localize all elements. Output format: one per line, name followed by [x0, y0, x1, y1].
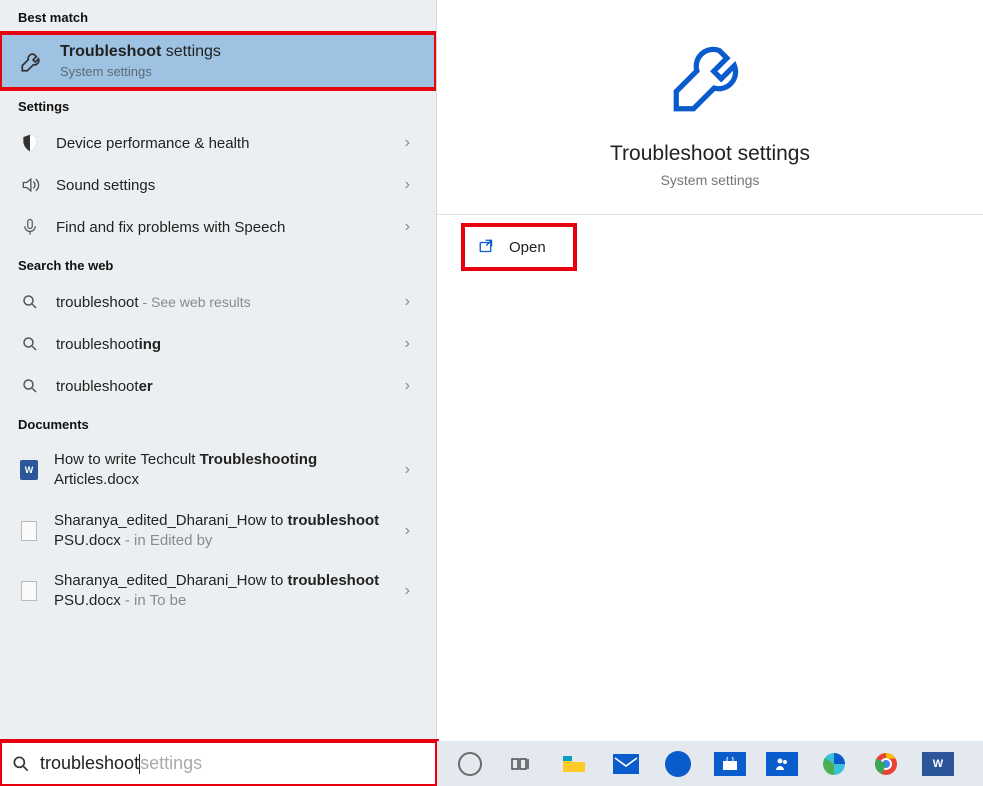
store-icon — [714, 752, 746, 776]
chrome-icon — [873, 751, 899, 777]
chevron-right-icon: › — [405, 377, 410, 395]
settings-item-speech[interactable]: Find and fix problems with Speech › — [0, 206, 436, 248]
search-suggestion-ghost: settings — [140, 753, 202, 774]
best-match-subtitle: System settings — [60, 64, 221, 79]
settings-item-label: Device performance & health — [56, 135, 405, 152]
microphone-icon — [18, 215, 42, 239]
taskbar-store[interactable] — [707, 746, 753, 782]
taskbar: W — [437, 741, 983, 786]
open-button[interactable]: Open — [465, 227, 573, 267]
accounts-icon — [766, 752, 798, 776]
section-documents: Documents — [0, 407, 436, 440]
settings-item-sound[interactable]: Sound settings › — [0, 164, 436, 206]
settings-item-label: Find and fix problems with Speech — [56, 219, 405, 236]
preview-pane: Troubleshoot settings System settings Op… — [437, 0, 983, 741]
mail-icon — [613, 754, 639, 774]
web-item[interactable]: troubleshoot - See web results › — [0, 281, 436, 323]
cortana-icon — [458, 752, 482, 776]
search-typed-text: troubleshoot — [40, 753, 139, 774]
taskbar-accounts[interactable] — [759, 746, 805, 782]
chevron-right-icon: › — [405, 461, 410, 479]
file-icon — [18, 520, 40, 542]
web-item-label: troubleshooter — [56, 378, 405, 395]
chevron-right-icon: › — [405, 582, 410, 600]
settings-item-label: Sound settings — [56, 177, 405, 194]
search-icon — [18, 374, 42, 398]
document-title: Sharanya_edited_Dharani_How to troublesh… — [54, 571, 405, 612]
chevron-right-icon: › — [405, 522, 410, 540]
folder-icon — [561, 754, 587, 774]
taskbar-dell[interactable] — [655, 746, 701, 782]
wrench-icon — [18, 47, 46, 75]
settings-item-device-health[interactable]: Device performance & health › — [0, 122, 436, 164]
chevron-right-icon: › — [405, 218, 410, 236]
search-icon — [10, 753, 32, 775]
web-item[interactable]: troubleshooting › — [0, 323, 436, 365]
chevron-right-icon: › — [405, 335, 410, 353]
file-icon — [18, 580, 40, 602]
chevron-right-icon: › — [405, 134, 410, 152]
web-item[interactable]: troubleshooter › — [0, 365, 436, 407]
taskbar-chrome[interactable] — [863, 746, 909, 782]
chevron-right-icon: › — [405, 293, 410, 311]
edge-icon — [821, 751, 847, 777]
search-icon — [18, 332, 42, 356]
document-title: Sharanya_edited_Dharani_How to troublesh… — [54, 511, 405, 552]
taskbar-cortana[interactable] — [447, 746, 493, 782]
open-icon — [477, 237, 497, 257]
document-item[interactable]: Sharanya_edited_Dharani_How to troublesh… — [0, 501, 436, 562]
section-best-match: Best match — [0, 0, 436, 33]
preview-subtitle: System settings — [661, 172, 760, 188]
document-item[interactable]: Sharanya_edited_Dharani_How to troublesh… — [0, 561, 436, 622]
taskbar-taskview[interactable] — [499, 746, 545, 782]
word-doc-icon: W — [18, 459, 40, 481]
shield-icon — [18, 131, 42, 155]
best-match-item[interactable]: Troubleshoot settings System settings — [0, 33, 436, 89]
wrench-icon — [665, 30, 755, 120]
taskbar-edge[interactable] — [811, 746, 857, 782]
chevron-right-icon: › — [405, 176, 410, 194]
best-match-title: Troubleshoot settings — [60, 43, 221, 61]
speaker-icon — [18, 173, 42, 197]
section-search-web: Search the web — [0, 248, 436, 281]
preview-title: Troubleshoot settings — [610, 142, 810, 166]
section-settings: Settings — [0, 89, 436, 122]
web-item-label: troubleshooting — [56, 336, 405, 353]
document-item[interactable]: W How to write Techcult Troubleshooting … — [0, 440, 436, 501]
taskbar-explorer[interactable] — [551, 746, 597, 782]
search-icon — [18, 290, 42, 314]
dell-icon — [665, 751, 691, 777]
results-pane: Best match Troubleshoot settings System … — [0, 0, 437, 741]
open-label: Open — [509, 239, 546, 256]
document-title: How to write Techcult Troubleshooting Ar… — [54, 450, 405, 491]
word-icon: W — [922, 752, 954, 776]
taskbar-word[interactable]: W — [915, 746, 961, 782]
search-input[interactable]: troubleshoot settings — [0, 741, 437, 786]
web-item-label: troubleshoot - See web results — [56, 294, 405, 311]
taskbar-mail[interactable] — [603, 746, 649, 782]
taskview-icon — [510, 754, 534, 774]
